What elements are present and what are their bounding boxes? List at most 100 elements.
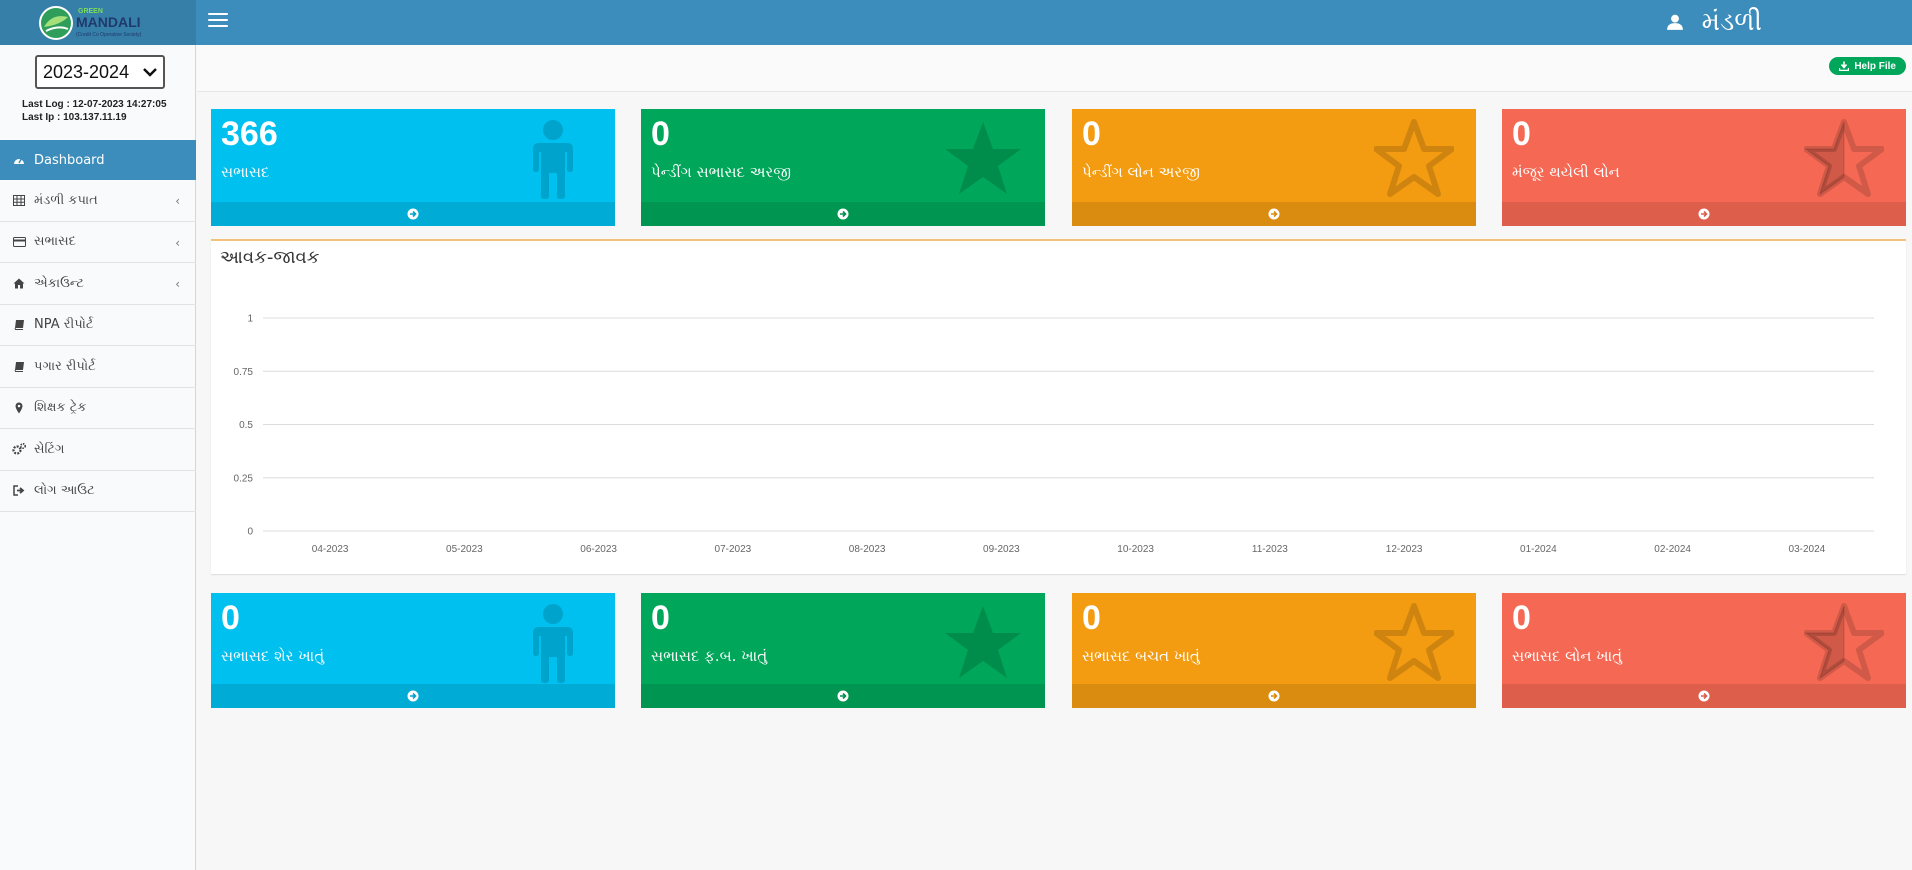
arrow-circle-right-icon [1268,690,1280,702]
stat-label: સભાસદ [221,163,270,181]
sidebar-item-label: સેટિંગ [34,441,65,457]
stat-label: સભાસદ ફ.બ. ખાતું [651,647,768,665]
logo[interactable]: GREEN MANDALI (Credit Co Operative Socie… [0,0,196,45]
more-info-link[interactable] [1502,684,1906,708]
sidebar-item-npa-report[interactable]: NPA રીપોર્ટ [0,305,196,346]
map-marker-icon [12,402,26,414]
x-tick-label: 10-2023 [1117,544,1154,555]
dashboard-icon [12,154,26,166]
stat-value: 0 [1512,115,1531,153]
menu-bar-line [208,25,228,27]
x-tick-label: 03-2024 [1789,544,1826,555]
card-icon [12,236,26,248]
stat-label: પેન્ડીંગ લોન અરજી [1082,163,1200,181]
more-info-link[interactable] [641,684,1045,708]
logo-main-text: MANDALI [76,14,141,30]
sidebar-item-logout[interactable]: લોગ આઉટ [0,471,196,512]
sidebar-item-label: Dashboard [34,152,105,168]
more-info-link[interactable] [211,684,615,708]
y-tick-label: 0.25 [234,473,254,484]
stat-label: મંજૂર થયેલી લોન [1512,163,1620,181]
stat-value: 0 [651,115,670,153]
sidebar-item-pagar-report[interactable]: પગાર રીપોર્ટ [0,346,196,388]
sidebar-item-mandali-kapat[interactable]: મંડળી કપાત ‹ [0,180,196,222]
x-tick-label: 08-2023 [849,544,886,555]
logo-icon: GREEN MANDALI (Credit Co Operative Socie… [39,5,142,40]
user-name: મંડળી [1701,6,1762,37]
income-expense-chart: 0 0.25 0.5 0.75 1 04-2023 05-2023 06-2023 07-202… [234,314,1874,555]
person-icon [513,603,593,683]
top-navbar: GREEN MANDALI (Credit Co Operative Socie… [0,0,1912,45]
year-select[interactable]: 2023-2024 [35,55,165,89]
y-tick-label: 0 [247,527,253,538]
more-info-link[interactable] [211,202,615,226]
menu-toggle-button[interactable] [208,13,228,31]
x-tick-label: 05-2023 [446,544,483,555]
stat-label: સભાસદ લોન ખાતું [1512,647,1623,665]
user-menu[interactable]: મંડળી [1666,4,1762,40]
stat-box-savings-account: 0 સભાસદ બચત ખાતું [1072,593,1476,708]
arrow-circle-right-icon [407,208,419,220]
stat-value: 0 [221,599,240,637]
last-login-text: Last Log : 12-07-2023 14:27:05 [22,99,167,110]
stat-value: 0 [1082,599,1101,637]
sidebar-item-label: લોગ આઉટ [34,483,95,499]
star-half-icon [1804,119,1884,199]
sidebar-item-label: સભાસદ [34,234,76,250]
chevron-left-icon: ‹ [175,194,180,208]
sidebar-item-setting[interactable]: સેટિંગ [0,429,196,471]
stat-value: 0 [1512,599,1531,637]
sidebar-item-label: NPA રીપોર્ટ [34,317,94,333]
x-tick-label: 09-2023 [983,544,1020,555]
arrow-circle-right-icon [837,208,849,220]
book-icon [12,360,26,372]
sidebar-item-label: એકાઉન્ટ [34,275,84,291]
download-icon [1839,61,1850,71]
content-header: Help File [197,45,1912,92]
sidebar-item-account[interactable]: એકાઉન્ટ ‹ [0,263,196,305]
x-tick-label: 06-2023 [580,544,617,555]
x-tick-label: 04-2023 [312,544,349,555]
more-info-link[interactable] [1072,202,1476,226]
sidebar-item-sabhasad[interactable]: સભાસદ ‹ [0,222,196,263]
more-info-link[interactable] [1502,202,1906,226]
help-file-label: Help File [1854,60,1896,72]
sidebar-item-label: શિક્ષક ટ્રેક [34,400,87,416]
more-info-link[interactable] [1072,684,1476,708]
arrow-circle-right-icon [1698,690,1710,702]
chart-title: આવક-જાવક [220,247,320,268]
home-icon [12,277,26,289]
sidebar-item-shikshak-track[interactable]: શિક્ષક ટ્રેક [0,388,196,429]
star-icon [943,119,1023,199]
stat-value: 0 [651,599,670,637]
stat-box-approved-loan: 0 મંજૂર થયેલી લોન [1502,109,1906,226]
star-outline-icon [1374,603,1454,683]
y-tick-label: 1 [247,314,253,325]
stat-label: સભાસદ શેર ખાતું [221,647,325,665]
x-tick-label: 12-2023 [1386,544,1423,555]
stat-label: પેન્ડીંગ સભાસદ અરજી [651,163,791,181]
sidebar-item-dashboard[interactable]: Dashboard [0,140,196,180]
chevron-left-icon: ‹ [175,235,180,250]
table-icon [12,194,26,206]
help-file-button[interactable]: Help File [1829,57,1906,75]
star-icon [943,603,1023,683]
stat-value: 0 [1082,115,1101,153]
person-icon [513,119,593,199]
more-info-link[interactable] [641,202,1045,226]
y-tick-label: 0.5 [239,420,253,431]
arrow-circle-right-icon [1698,208,1710,220]
user-icon [1666,14,1683,30]
last-ip-text: Last Ip : 103.137.11.19 [22,112,127,123]
x-tick-label: 01-2024 [1520,544,1557,555]
sidebar-item-label: પગાર રીપોર્ટ [34,358,96,374]
star-half-icon [1804,603,1884,683]
sidebar: 2023-2024 Last Log : 12-07-2023 14:27:05… [0,45,196,870]
stat-label: સભાસદ બચત ખાતું [1082,647,1200,665]
cogs-icon [12,443,26,455]
stat-box-sabhasad: 366 સભાસદ [211,109,615,226]
chevron-down-icon [143,68,157,77]
x-tick-label: 11-2023 [1252,544,1288,555]
sign-out-icon [12,485,26,497]
stat-box-pending-sabhasad: 0 પેન્ડીંગ સભાસદ અરજી [641,109,1045,226]
